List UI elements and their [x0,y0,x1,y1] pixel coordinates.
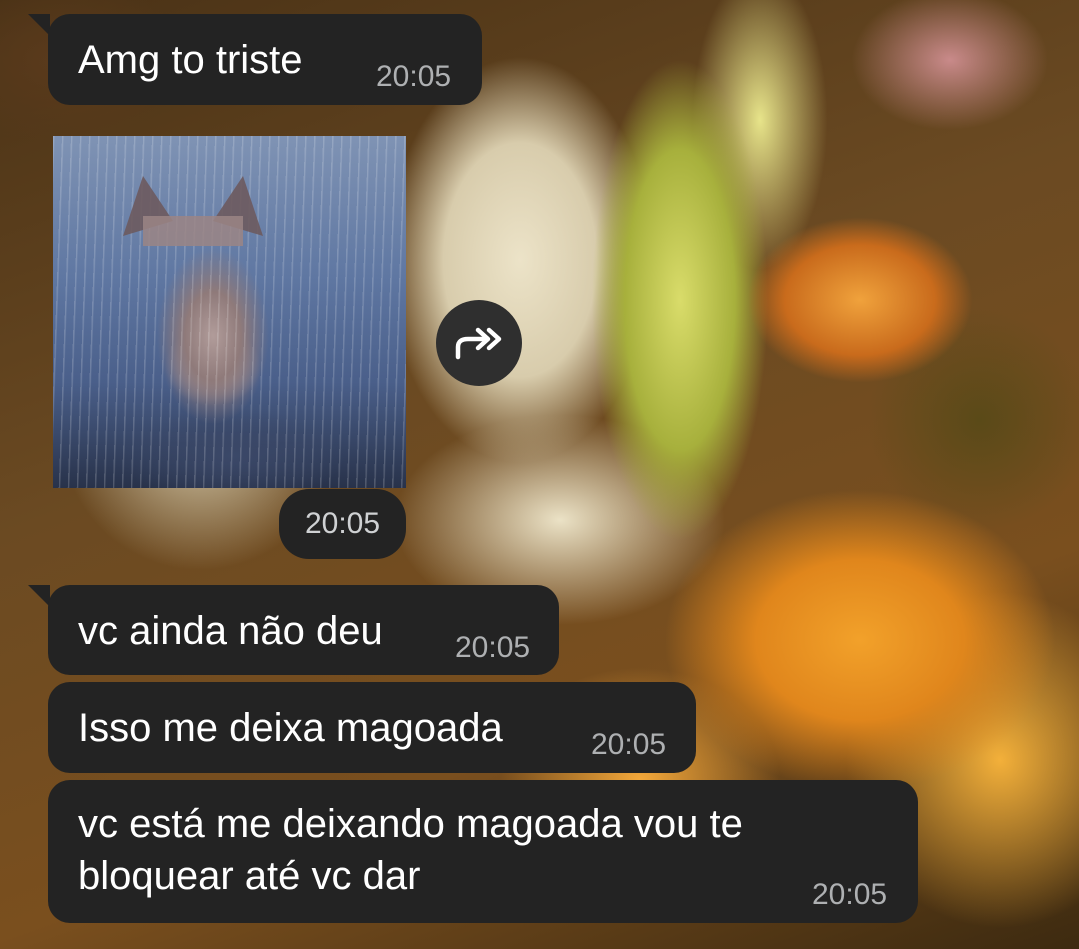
message-bubble[interactable]: Amg to triste 20:05 [48,14,482,105]
bubble-tail [28,14,50,36]
forward-arrows-icon [455,327,502,360]
message-time: 20:05 [455,631,531,664]
message-time: 20:05 [812,878,888,911]
message-time: 20:05 [376,60,452,93]
cat-photo-icon [123,176,263,246]
bubble-tail [28,585,50,607]
message-text: vc ainda não deu [78,609,383,653]
message-text: Amg to triste [78,38,303,82]
message-bubble[interactable]: Isso me deixa magoada 20:05 [48,682,696,773]
message-time: 20:05 [591,728,667,761]
forward-button[interactable] [436,300,522,386]
message-bubble[interactable]: vc ainda não deu 20:05 [48,585,559,675]
photo-timestamp: 20:05 [279,489,406,559]
photo-message[interactable] [53,136,406,488]
message-text-line-1: vc está me deixando magoada vou te [78,802,743,846]
message-text-line-2: bloquear até vc dar [78,854,421,898]
message-bubble[interactable]: vc está me deixando magoada vou te bloqu… [48,780,918,923]
message-text: Isso me deixa magoada [78,706,503,750]
